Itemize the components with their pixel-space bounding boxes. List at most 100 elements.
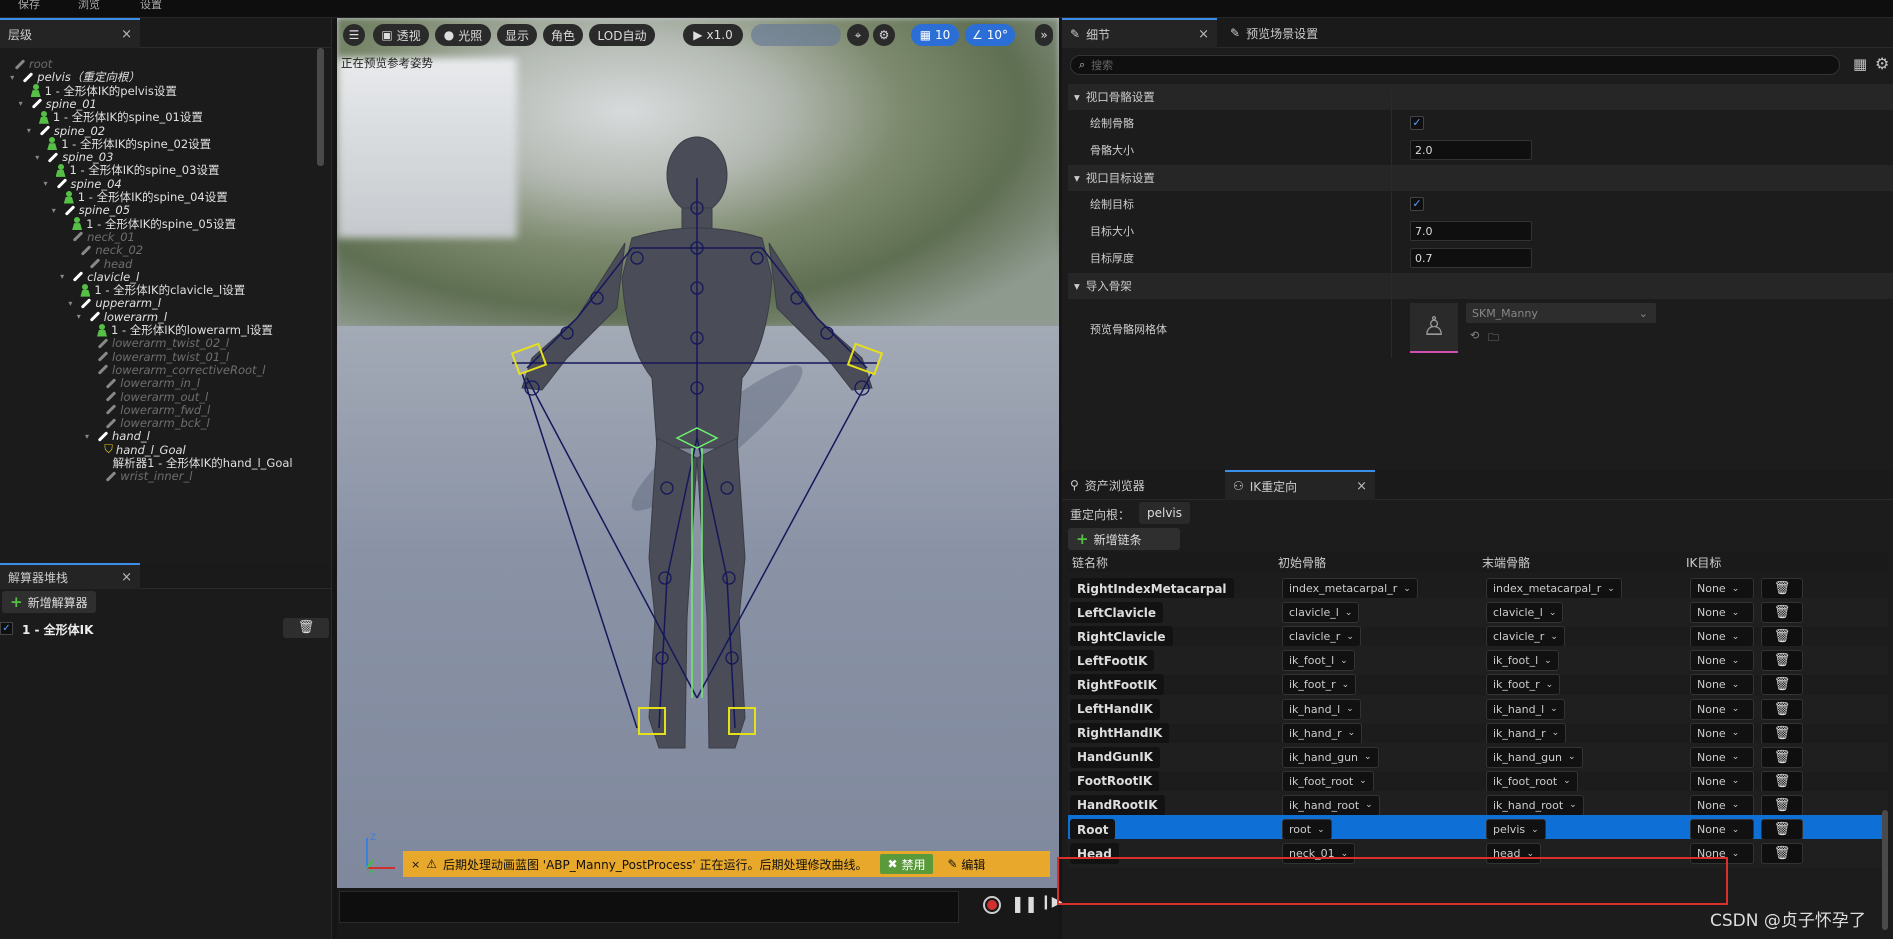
world-icon[interactable]: ⚙: [873, 24, 895, 46]
grid-snap-button[interactable]: ▦ 10: [911, 24, 959, 46]
chain-name-field[interactable]: LeftClavicle: [1070, 602, 1164, 624]
expand-arrow-icon[interactable]: ▾: [19, 99, 27, 108]
ik-goal-dropdown[interactable]: None ⌄: [1690, 650, 1754, 672]
hierarchy-row[interactable]: wrist_inner_l: [93, 468, 192, 484]
perspective-button[interactable]: ▣ 透视: [373, 24, 429, 46]
close-icon[interactable]: ×: [1198, 27, 1209, 42]
col-ik-goal[interactable]: IK目标: [1686, 554, 1721, 571]
trash-icon[interactable]: 🗑: [1761, 602, 1803, 624]
character-button[interactable]: 角色: [543, 24, 583, 46]
tab-preview-scene[interactable]: ✎ 预览场景设置: [1222, 18, 1392, 48]
trash-icon[interactable]: 🗑: [1761, 794, 1803, 816]
end-bone-dropdown[interactable]: ik_foot_l ⌄: [1486, 650, 1559, 672]
expand-arrow-icon[interactable]: ▾: [60, 272, 68, 281]
top-item-0[interactable]: 保存: [18, 0, 40, 12]
show-button[interactable]: 显示: [497, 24, 537, 46]
start-bone-dropdown[interactable]: ik_hand_l ⌄: [1282, 698, 1361, 720]
delete-solver-button[interactable]: 🗑: [283, 618, 329, 638]
expand-arrow-icon[interactable]: ▾: [35, 153, 43, 162]
viewport[interactable]: ☰ ▣ 透视 ● 光照 显示 角色 LOD自动 ▶ x1.0 ⌖ ⚙ ▦ 10 ∠ 10°…: [337, 18, 1059, 888]
end-bone-dropdown[interactable]: ik_hand_root ⌄: [1486, 794, 1584, 816]
chain-name-field[interactable]: LeftHandIK: [1070, 698, 1160, 720]
lod-button[interactable]: LOD自动: [589, 24, 655, 46]
start-bone-dropdown[interactable]: ik_foot_r ⌄: [1282, 674, 1357, 696]
ik-goal-dropdown[interactable]: None ⌄: [1690, 746, 1754, 768]
ik-goal-dropdown[interactable]: None ⌄: [1690, 674, 1754, 696]
ik-goal-dropdown[interactable]: None ⌄: [1690, 722, 1754, 744]
chain-name-field[interactable]: HandRootIK: [1070, 794, 1165, 816]
mesh-thumbnail[interactable]: ♙: [1410, 303, 1458, 353]
trash-icon[interactable]: 🗑: [1761, 722, 1803, 744]
chain-name-field[interactable]: FootRootIK: [1070, 770, 1160, 792]
trash-icon[interactable]: 🗑: [1761, 698, 1803, 720]
end-bone-dropdown[interactable]: pelvis ⌄: [1486, 819, 1546, 840]
retarget-scrollbar[interactable]: [1882, 810, 1888, 930]
angle-snap-button[interactable]: ∠ 10°: [965, 24, 1015, 46]
solver-item[interactable]: ✓ 1 - 全形体IK 🗑: [0, 618, 332, 640]
hierarchy-scrollbar[interactable]: [317, 48, 324, 166]
snap-icon[interactable]: ⌖: [847, 24, 869, 46]
start-bone-dropdown[interactable]: clavicle_r ⌄: [1282, 626, 1361, 648]
top-item-1[interactable]: 浏览: [78, 0, 100, 12]
close-icon[interactable]: ×: [411, 858, 420, 871]
draw-bones-checkbox[interactable]: ✓: [1410, 116, 1424, 130]
goal-thickness-field[interactable]: 0.7: [1410, 248, 1532, 268]
goal-size-field[interactable]: 7.0: [1410, 221, 1532, 241]
table-view-icon[interactable]: ▦: [1853, 55, 1867, 73]
chain-name-field[interactable]: Root: [1070, 819, 1116, 840]
ik-goal-dropdown[interactable]: None ⌄: [1690, 626, 1754, 648]
menu-icon[interactable]: ☰: [343, 24, 365, 46]
record-icon[interactable]: [983, 896, 1001, 914]
end-bone-dropdown[interactable]: ik_foot_r ⌄: [1486, 674, 1561, 696]
section-viewport-bone-settings[interactable]: ▾ 视口骨骼设置: [1068, 84, 1893, 110]
add-solver-button[interactable]: + 新增解算器: [2, 591, 96, 613]
end-bone-dropdown[interactable]: ik_hand_l ⌄: [1486, 698, 1565, 720]
retarget-root-value[interactable]: pelvis: [1139, 502, 1191, 524]
start-bone-dropdown[interactable]: root ⌄: [1282, 819, 1332, 840]
ik-goal-dropdown[interactable]: None ⌄: [1690, 578, 1754, 599]
expand-arrow-icon[interactable]: ▾: [27, 126, 35, 135]
col-end-bone[interactable]: 末端骨骼: [1482, 554, 1530, 571]
transform-tools-group[interactable]: [751, 24, 841, 46]
end-bone-dropdown[interactable]: clavicle_r ⌄: [1486, 626, 1565, 648]
trash-icon[interactable]: 🗑: [1761, 819, 1803, 840]
tab-ik-retarget[interactable]: ⚇ IK重定向 ×: [1225, 470, 1375, 500]
end-bone-dropdown[interactable]: ik_hand_r ⌄: [1486, 722, 1567, 744]
close-icon[interactable]: ×: [121, 27, 132, 42]
trash-icon[interactable]: 🗑: [1761, 674, 1803, 696]
tab-asset-browser[interactable]: ⚲ 资产浏览器: [1062, 470, 1222, 500]
start-bone-dropdown[interactable]: ik_hand_root ⌄: [1282, 794, 1380, 816]
solver-checkbox[interactable]: ✓: [0, 622, 13, 635]
playback-speed-button[interactable]: ▶ x1.0: [683, 24, 743, 46]
add-chain-button[interactable]: + 新增链条: [1068, 528, 1180, 550]
end-bone-dropdown[interactable]: ik_foot_root ⌄: [1486, 770, 1578, 792]
ik-goal-dropdown[interactable]: None ⌄: [1690, 698, 1754, 720]
start-bone-dropdown[interactable]: clavicle_l ⌄: [1282, 602, 1360, 624]
trash-icon[interactable]: 🗑: [1761, 650, 1803, 672]
expand-arrow-icon[interactable]: ▾: [68, 299, 76, 308]
lit-button[interactable]: ● 光照: [435, 24, 491, 46]
more-chevron-icon[interactable]: »: [1035, 24, 1053, 46]
trash-icon[interactable]: 🗑: [1761, 626, 1803, 648]
end-bone-dropdown[interactable]: clavicle_l ⌄: [1486, 602, 1564, 624]
trash-icon[interactable]: 🗑: [1761, 843, 1803, 865]
browse-icon[interactable]: 🗀: [1488, 329, 1499, 348]
disable-button[interactable]: ✖ 禁用: [879, 854, 934, 874]
mesh-asset-picker[interactable]: SKM_Manny ⌄: [1466, 303, 1656, 323]
tab-solver-stack[interactable]: 解算器堆栈 ×: [0, 563, 140, 589]
bone-size-field[interactable]: 2.0: [1410, 140, 1532, 160]
chain-name-field[interactable]: HandGunIK: [1070, 746, 1160, 768]
expand-arrow-icon[interactable]: ▾: [52, 206, 60, 215]
tab-hierarchy[interactable]: 层级 ×: [0, 18, 140, 48]
top-item-2[interactable]: 设置: [140, 0, 162, 12]
chain-name-field[interactable]: RightIndexMetacarpal: [1070, 578, 1234, 599]
ik-goal-dropdown[interactable]: None ⌄: [1690, 819, 1754, 840]
start-bone-dropdown[interactable]: ik_foot_root ⌄: [1282, 770, 1374, 792]
gear-icon[interactable]: ⚙: [1875, 54, 1889, 73]
section-viewport-goal-settings[interactable]: ▾ 视口目标设置: [1068, 165, 1893, 191]
start-bone-dropdown[interactable]: ik_hand_gun ⌄: [1282, 746, 1379, 768]
ik-goal-dropdown[interactable]: None ⌄: [1690, 794, 1754, 816]
use-selected-icon[interactable]: ⟲: [1470, 329, 1479, 342]
expand-arrow-icon[interactable]: ▾: [77, 312, 85, 321]
chain-name-field[interactable]: LeftFootIK: [1070, 650, 1155, 672]
